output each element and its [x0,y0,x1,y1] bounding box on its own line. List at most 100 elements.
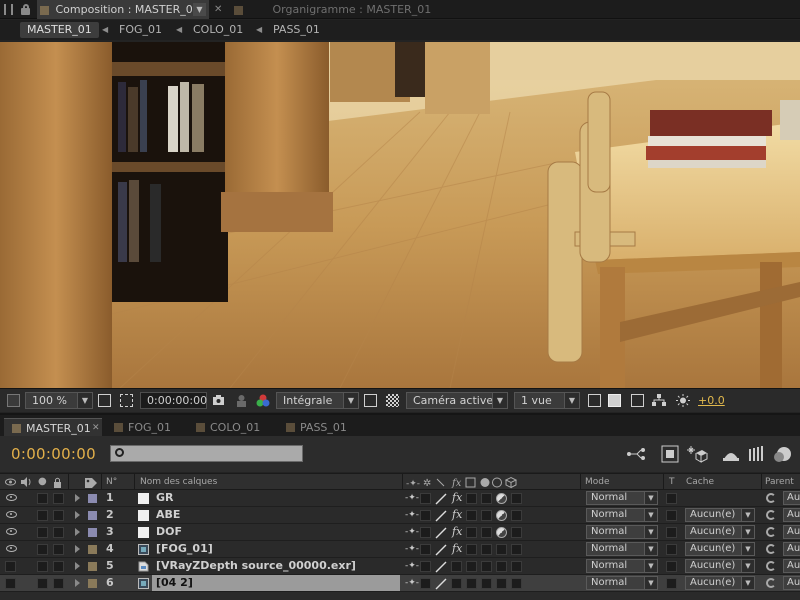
blend-mode-dropdown[interactable]: Normal ▼ [586,576,658,590]
shy-switch-icon[interactable]: -✦- [405,507,419,523]
parent-dropdown[interactable]: Au [783,559,800,573]
fx-icon[interactable]: fx [452,507,462,523]
timeline-tab-master[interactable]: MASTER_01 ✕ [4,418,102,437]
track-matte-toggle[interactable] [666,527,677,538]
adjustment-layer-icon[interactable] [496,510,507,521]
close-icon[interactable]: ✕ [214,0,222,19]
label-color-chip[interactable] [88,511,97,520]
solo-toggle[interactable] [37,578,48,589]
layer-row[interactable]: 1 GR -✦- fx Normal ▼ Au [0,490,800,507]
layer-name[interactable]: DOF [152,524,400,540]
fx-icon[interactable]: fx [452,490,462,506]
expand-triangle-icon[interactable] [75,528,80,536]
blend-mode-dropdown[interactable]: Normal ▼ [586,508,658,522]
pick-whip-icon[interactable] [766,527,776,537]
cache-dropdown[interactable]: Aucun(e) ▼ [685,559,755,573]
column-layer-name[interactable]: Nom des calques [140,474,217,490]
motion-blur-switch[interactable] [466,493,477,504]
collapse-switch[interactable] [420,493,431,504]
adjustment-switch[interactable] [481,493,492,504]
camera-dropdown[interactable]: Caméra active ▼ [406,392,508,409]
expand-triangle-icon[interactable] [75,579,80,587]
collapse-switch[interactable] [420,561,431,572]
breadcrumb-fog[interactable]: FOG_01 [112,22,169,38]
comp-dropdown-button[interactable]: ▼ [193,3,206,16]
lock-icon[interactable] [21,4,31,15]
quality-slash-icon[interactable] [435,578,447,590]
layer-name[interactable]: [04 2] [152,575,400,591]
expand-triangle-icon[interactable] [75,545,80,553]
adjustment-toggle[interactable] [496,561,507,572]
solo-toggle[interactable] [37,561,48,572]
layer-row[interactable]: 4 [FOG_01] -✦- fx Normal ▼ Aucun(e) ▼ Au [0,541,800,558]
fit-icon[interactable] [98,394,111,407]
layer-name[interactable]: [FOG_01] [152,541,400,557]
layer-row[interactable]: 3 DOF -✦- fx Normal ▼ Aucun(e) ▼ Au [0,524,800,541]
current-time-display[interactable]: 0:00:00:00 [11,445,96,463]
toggle-pixel-aspect-icon[interactable] [588,394,601,407]
motion-blur-icon[interactable] [772,445,794,463]
current-time-field[interactable]: 0:00:00:00 [140,392,207,409]
expand-triangle-icon[interactable] [75,511,80,519]
pick-whip-icon[interactable] [766,510,776,520]
motion-blur-switch[interactable] [466,578,477,589]
collapse-switch[interactable] [420,527,431,538]
layer-row[interactable]: 2 ABE -✦- fx Normal ▼ Aucun(e) ▼ Au [0,507,800,524]
expand-triangle-icon[interactable] [75,494,80,502]
pick-whip-icon[interactable] [766,561,776,571]
solo-toggle[interactable] [37,544,48,555]
show-snapshot-icon[interactable] [235,394,248,407]
timeline-tab-colo[interactable]: COLO_01 [188,418,276,437]
3d-layer-switch[interactable] [511,561,522,572]
track-matte-toggle[interactable] [666,493,677,504]
views-dropdown[interactable]: 1 vue ▼ [514,392,580,409]
collapse-switch[interactable] [420,578,431,589]
parent-dropdown[interactable]: Au [783,542,800,556]
motion-blur-switch[interactable] [466,561,477,572]
tab-composition[interactable]: Composition : MASTER_01 [37,0,209,19]
region-of-interest-icon[interactable] [364,394,377,407]
tab-flowchart[interactable]: Organigramme : MASTER_01 [230,0,431,19]
3d-layer-switch[interactable] [511,510,522,521]
shy-switch-icon[interactable]: -✦- [405,541,419,557]
cache-dropdown[interactable]: Aucun(e) ▼ [685,508,755,522]
resolution-dropdown[interactable]: Intégrale ▼ [276,392,359,409]
shy-switch-icon[interactable]: -✦- [405,575,419,591]
cache-dropdown[interactable]: Aucun(e) ▼ [685,576,755,590]
3d-layer-switch[interactable] [511,544,522,555]
reset-exposure-icon[interactable] [676,394,690,407]
blend-mode-dropdown[interactable]: Normal ▼ [586,525,658,539]
quality-slash-icon[interactable] [435,544,447,556]
collapse-switch[interactable] [420,544,431,555]
label-color-chip[interactable] [88,579,97,588]
channels-icon[interactable] [256,394,270,407]
fast-previews-icon[interactable] [608,394,621,407]
label-color-chip[interactable] [88,545,97,554]
draft-3d-icon[interactable] [660,445,682,463]
shy-switch-icon[interactable]: -✦- [405,558,419,574]
panel-menu-icon[interactable] [4,4,13,15]
layer-name[interactable]: ABE [152,507,400,523]
eye-icon[interactable] [6,545,17,552]
cache-dropdown[interactable]: Aucun(e) ▼ [685,542,755,556]
lock-toggle[interactable] [53,561,64,572]
3d-layer-switch[interactable] [511,527,522,538]
eye-icon[interactable] [6,511,17,518]
blend-mode-dropdown[interactable]: Normal ▼ [586,559,658,573]
blend-mode-dropdown[interactable]: Normal ▼ [586,491,658,505]
adjustment-switch[interactable] [481,561,492,572]
layer-name[interactable]: [VRayZDepth source_00000.exr] [152,558,400,574]
adjustment-switch[interactable] [481,544,492,555]
eye-icon[interactable] [6,494,17,501]
column-track-matte[interactable]: T [669,474,675,490]
pick-whip-icon[interactable] [766,544,776,554]
zoom-dropdown[interactable]: 100 % ▼ [25,392,93,409]
transparency-grid-icon[interactable] [386,394,399,407]
parent-dropdown[interactable]: Au [783,525,800,539]
motion-blur-switch[interactable] [466,527,477,538]
adjustment-switch[interactable] [481,510,492,521]
shy-switch-icon[interactable]: -✦- [405,524,419,540]
breadcrumb-colo[interactable]: COLO_01 [186,22,250,38]
layer-name[interactable]: GR [152,490,400,506]
column-mode[interactable]: Mode [585,474,610,490]
